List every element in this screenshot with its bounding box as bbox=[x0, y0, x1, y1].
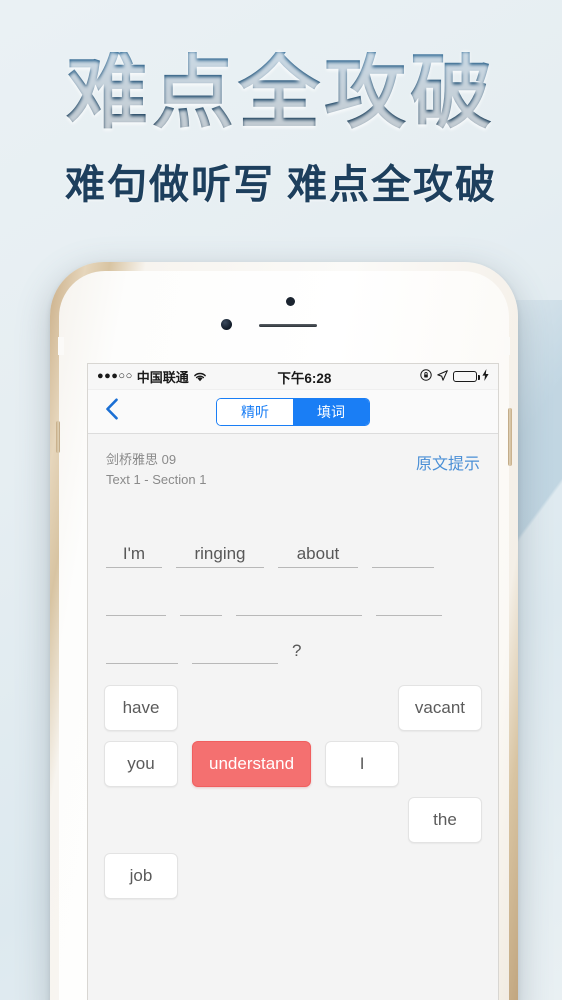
volume-button[interactable] bbox=[56, 421, 60, 453]
lightning-bolt-icon bbox=[482, 369, 489, 384]
empty-blank[interactable] bbox=[376, 590, 442, 617]
word-chip[interactable]: have bbox=[104, 685, 178, 732]
empty-blank[interactable] bbox=[236, 590, 362, 617]
word-bank-row: you understand I bbox=[104, 736, 482, 792]
battery-icon bbox=[453, 371, 480, 382]
front-camera-icon bbox=[221, 319, 232, 330]
status-bar-right bbox=[420, 369, 489, 384]
phone-screen: ●●●○○ 中国联通 下午6:28 精听 填词 剑桥雅思 09 Text 1 -… bbox=[87, 363, 499, 1000]
word-chip[interactable]: vacant bbox=[397, 685, 482, 732]
navigation-bar: 精听 填词 bbox=[88, 390, 498, 434]
word-bank: have vacant you understand Ithe job bbox=[88, 670, 498, 904]
empty-blank[interactable] bbox=[180, 590, 222, 617]
blanks-area: I'm ringing about? bbox=[88, 502, 498, 670]
lesson-info: 剑桥雅思 09 Text 1 - Section 1 bbox=[106, 450, 206, 490]
power-button[interactable] bbox=[508, 408, 512, 466]
back-button[interactable] bbox=[88, 398, 136, 425]
filled-blank[interactable]: I'm bbox=[106, 542, 162, 569]
blank-row: ? bbox=[106, 616, 480, 665]
signal-strength-icon: ●●●○○ bbox=[97, 370, 133, 382]
question-mark: ? bbox=[292, 641, 302, 661]
blank-row: I'm ringing about bbox=[106, 520, 480, 569]
promo-banner: 难点全攻破 难句做听写 难点全攻破 bbox=[0, 0, 562, 250]
book-title: 剑桥雅思 09 bbox=[106, 452, 177, 467]
blank-row bbox=[106, 568, 480, 617]
word-bank-row: the bbox=[104, 792, 482, 848]
phone-body: ●●●○○ 中国联通 下午6:28 精听 填词 剑桥雅思 09 Text 1 -… bbox=[56, 271, 512, 1000]
transcript-hint-button[interactable]: 原文提示 bbox=[416, 450, 480, 474]
tab-fill-words[interactable]: 填词 bbox=[293, 398, 369, 425]
lesson-meta: 剑桥雅思 09 Text 1 - Section 1 原文提示 bbox=[88, 434, 498, 503]
empty-blank[interactable] bbox=[192, 638, 278, 665]
tab-intensive-listening[interactable]: 精听 bbox=[217, 398, 293, 425]
empty-blank[interactable] bbox=[106, 638, 178, 665]
mode-segmented-control[interactable]: 精听 填词 bbox=[216, 397, 370, 426]
promo-headline: 难点全攻破 bbox=[0, 52, 562, 134]
clock-label: 下午6:28 bbox=[277, 370, 332, 386]
location-arrow-icon bbox=[437, 369, 448, 384]
status-bar: ●●●○○ 中国联通 下午6:28 bbox=[88, 364, 498, 390]
word-chip[interactable]: job bbox=[104, 853, 178, 900]
word-chip[interactable]: understand bbox=[192, 741, 312, 788]
antenna-band-left bbox=[58, 337, 64, 355]
word-bank-row: have vacant bbox=[104, 680, 482, 736]
carrier-label: 中国联通 bbox=[136, 370, 189, 385]
section-title: Text 1 - Section 1 bbox=[106, 472, 207, 488]
earpiece-speaker bbox=[259, 324, 317, 327]
chevron-left-icon bbox=[105, 398, 119, 425]
empty-blank[interactable] bbox=[106, 590, 166, 617]
empty-blank[interactable] bbox=[372, 542, 434, 569]
filled-blank[interactable]: about bbox=[278, 542, 358, 569]
proximity-sensor-icon bbox=[286, 297, 295, 306]
word-bank-row: job bbox=[104, 848, 482, 904]
rotation-lock-icon bbox=[420, 369, 432, 384]
filled-blank[interactable]: ringing bbox=[176, 542, 264, 569]
word-chip[interactable]: the bbox=[408, 797, 482, 844]
phone-mockup: ●●●○○ 中国联通 下午6:28 精听 填词 剑桥雅思 09 Text 1 -… bbox=[50, 262, 518, 1000]
promo-subtitle: 难句做听写 难点全攻破 bbox=[65, 162, 497, 207]
word-chip[interactable]: I bbox=[325, 741, 400, 788]
antenna-band-right bbox=[504, 337, 510, 355]
word-chip[interactable]: you bbox=[104, 741, 178, 788]
